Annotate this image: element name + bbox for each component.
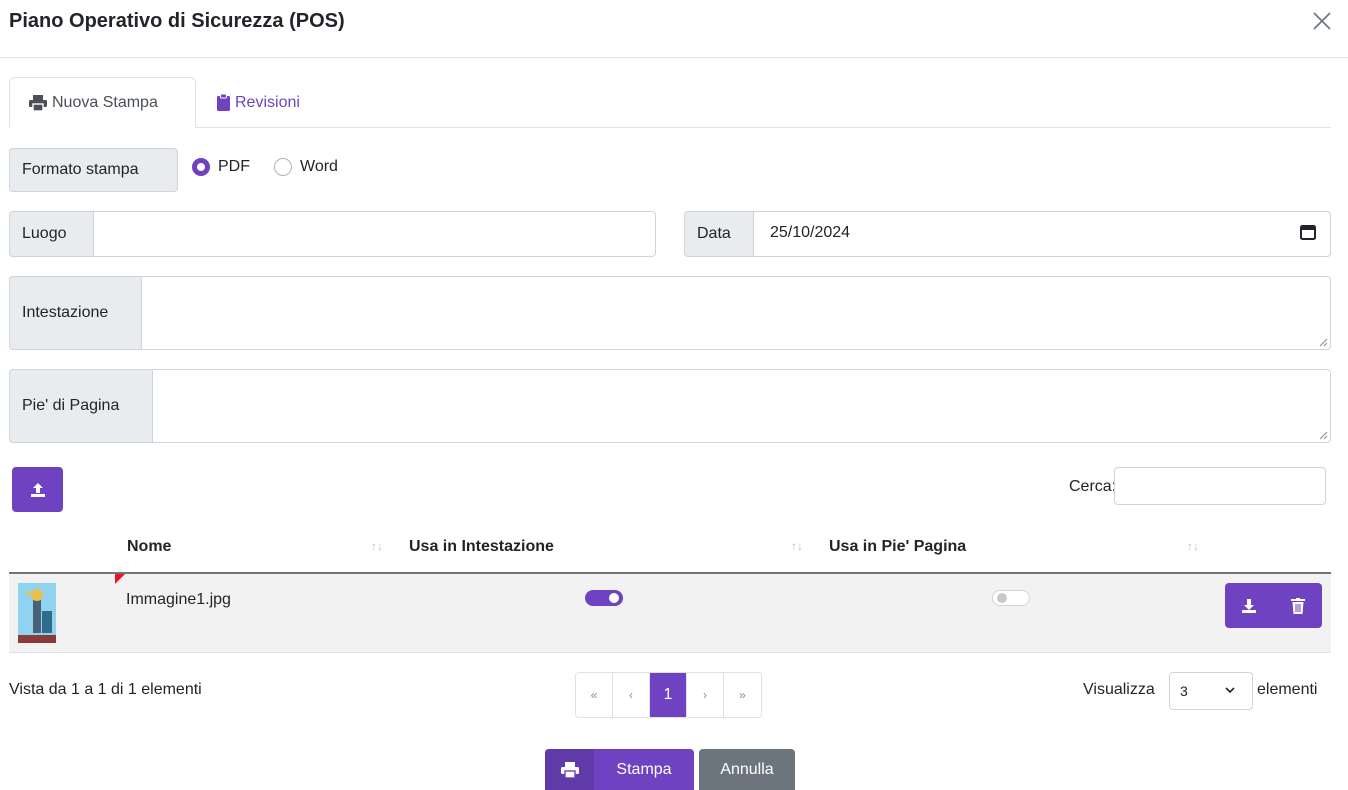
previous-page-button[interactable]: ‹ <box>613 673 650 717</box>
format-label: Formato stampa <box>9 148 178 192</box>
last-page-button[interactable]: » <box>724 673 761 717</box>
date-label: Data <box>684 211 754 257</box>
modal-header: Piano Operativo di Sicurezza (POS) <box>0 0 1348 58</box>
tab-nuova-stampa[interactable]: Nuova Stampa <box>9 77 196 128</box>
sort-icon[interactable]: ↑↓ <box>371 539 383 553</box>
row-marker <box>115 574 125 584</box>
next-page-button[interactable]: › <box>687 673 724 717</box>
delete-button[interactable] <box>1274 583 1322 628</box>
page-length-select[interactable]: 3 <box>1169 672 1253 710</box>
page-1-button[interactable]: 1 <box>650 673 687 717</box>
first-page-button[interactable]: « <box>576 673 613 717</box>
print-icon <box>560 761 579 778</box>
tab-bar: Nuova Stampa Revisioni <box>9 77 1331 128</box>
pagination: « ‹ 1 › » <box>575 672 762 718</box>
sort-icon[interactable]: ↑↓ <box>791 539 803 553</box>
page-length-label: Visualizza <box>1083 681 1155 698</box>
clipboard-icon <box>217 94 230 111</box>
resize-grip-icon[interactable] <box>1318 430 1328 440</box>
date-value: 25/10/2024 <box>770 224 851 241</box>
word-radio[interactable] <box>274 158 292 176</box>
calendar-icon[interactable] <box>1300 224 1316 240</box>
download-icon <box>1242 598 1256 613</box>
search-input[interactable] <box>1114 467 1326 505</box>
close-icon <box>1313 12 1331 30</box>
pdf-radio[interactable] <box>192 158 210 176</box>
use-in-footer-toggle[interactable] <box>992 590 1030 606</box>
cancel-button[interactable]: Annulla <box>699 749 795 790</box>
column-header-nome[interactable]: Nome <box>127 538 171 556</box>
image-thumbnail <box>18 583 56 643</box>
format-radio-group: PDF Word <box>192 158 338 176</box>
search-label: Cerca: <box>1069 478 1117 495</box>
close-button[interactable] <box>1309 8 1335 34</box>
resize-grip-icon[interactable] <box>1318 337 1328 347</box>
column-header-usa-in-pie-pagina[interactable]: Usa in Pie' Pagina <box>829 538 966 556</box>
trash-icon <box>1291 597 1305 614</box>
upload-icon <box>30 482 45 497</box>
print-icon <box>29 94 47 111</box>
date-input[interactable]: 25/10/2024 <box>753 211 1331 257</box>
table-info: Vista da 1 a 1 di 1 elementi <box>9 681 202 698</box>
footer-textarea[interactable] <box>152 369 1331 443</box>
header-textarea[interactable] <box>141 276 1331 350</box>
upload-button[interactable] <box>12 467 63 512</box>
place-input[interactable] <box>93 211 656 257</box>
download-button[interactable] <box>1225 583 1273 628</box>
tab-label: Revisioni <box>235 93 300 111</box>
toggle-knob <box>609 593 619 603</box>
word-radio-label: Word <box>300 158 338 175</box>
table-row: Immagine1.jpg <box>9 574 1331 653</box>
pdf-radio-label: PDF <box>218 158 250 175</box>
chevron-down-icon <box>1225 687 1235 694</box>
place-label: Luogo <box>9 211 94 257</box>
toggle-knob <box>997 593 1007 603</box>
print-button[interactable]: Stampa <box>545 749 694 790</box>
header-label: Intestazione <box>9 276 142 350</box>
sort-icon[interactable]: ↑↓ <box>1187 539 1199 553</box>
row-actions <box>1225 583 1322 628</box>
column-header-usa-in-intestazione[interactable]: Usa in Intestazione <box>409 538 554 556</box>
footer-label: Pie' di Pagina <box>9 369 153 443</box>
use-in-header-toggle[interactable] <box>585 590 623 606</box>
print-button-icon-area <box>545 749 594 790</box>
page-length-value: 3 <box>1180 683 1188 699</box>
tab-label: Nuova Stampa <box>52 93 158 111</box>
page-length-suffix: elementi <box>1257 681 1318 698</box>
modal-title: Piano Operativo di Sicurezza (POS) <box>9 10 345 32</box>
tab-revisioni[interactable]: Revisioni <box>198 77 319 128</box>
print-button-label: Stampa <box>616 760 672 778</box>
file-name: Immagine1.jpg <box>126 591 231 608</box>
